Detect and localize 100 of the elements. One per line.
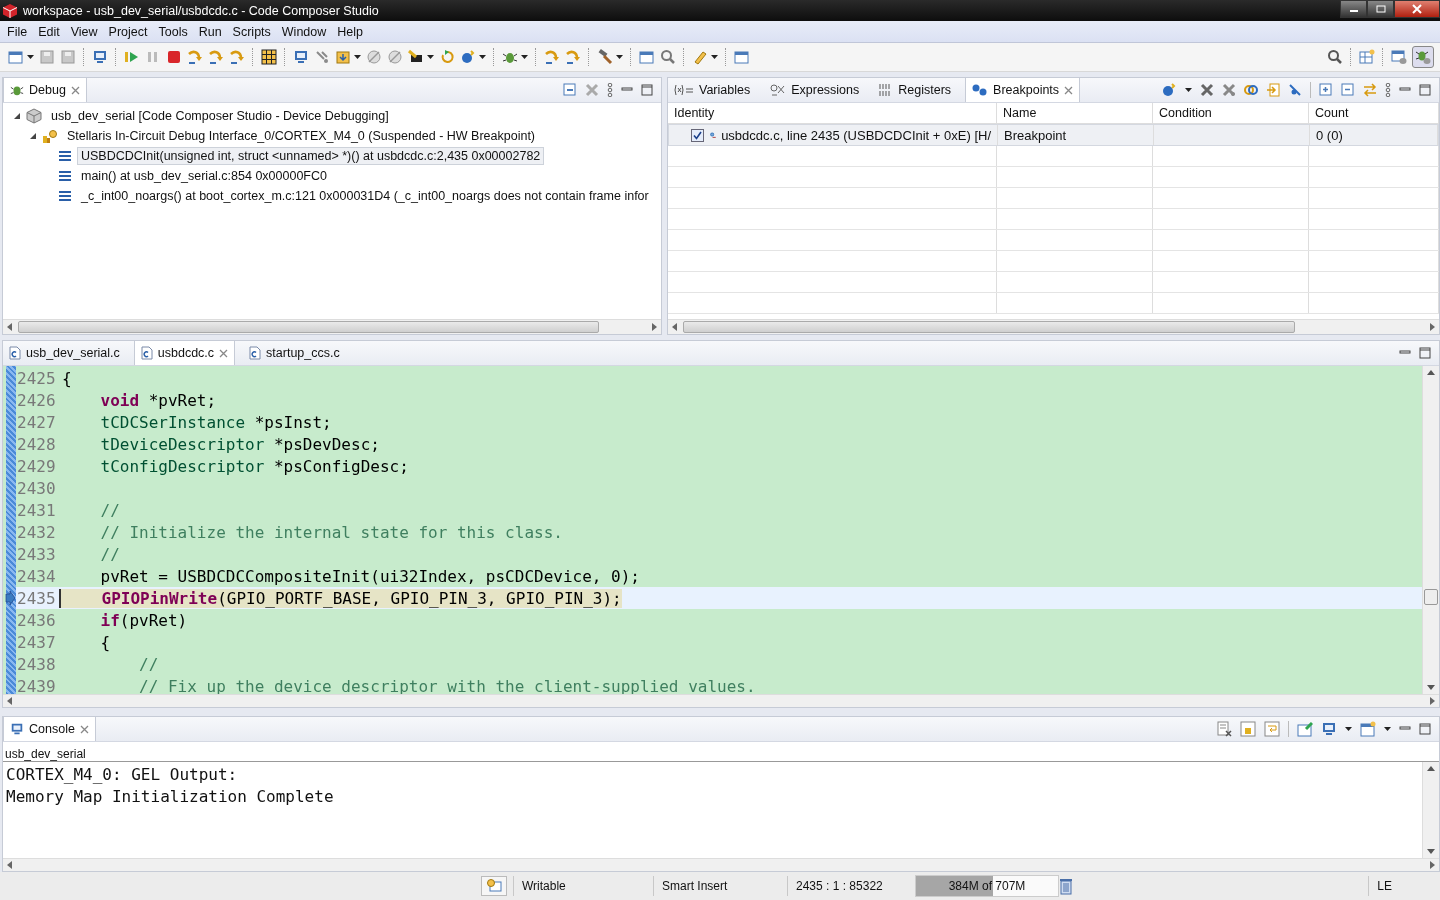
menu-item[interactable]: File [2, 24, 34, 39]
scroll-right-arrow-icon[interactable] [1430, 323, 1435, 331]
scroll-up-arrow-icon[interactable] [1427, 370, 1435, 375]
horizontal-scrollbar[interactable] [3, 319, 661, 334]
maximize-icon[interactable] [641, 84, 653, 96]
skip-icon[interactable] [366, 49, 382, 65]
view-tab[interactable]: Debug [3, 78, 87, 102]
grid-icon[interactable] [261, 49, 277, 65]
vertical-scrollbar[interactable] [1422, 366, 1439, 694]
window-icon[interactable] [639, 49, 655, 65]
close-icon[interactable] [79, 724, 89, 734]
step-into-icon[interactable] [187, 49, 203, 65]
collapse-all-icon[interactable] [1341, 83, 1355, 97]
connection-status-button[interactable] [481, 876, 507, 896]
step-over-icon[interactable] [565, 49, 581, 65]
window-icon[interactable] [8, 49, 24, 65]
monitor-icon[interactable] [293, 49, 309, 65]
dropdown-caret-icon[interactable] [1185, 88, 1192, 92]
close-icon[interactable] [219, 348, 229, 358]
debug-perspective-button[interactable] [1412, 46, 1434, 68]
close-icon[interactable] [70, 85, 80, 95]
tree-item[interactable]: usb_dev_serial [Code Composer Studio - Device Debugging] [47, 107, 393, 125]
scroll-right-arrow-icon[interactable] [1430, 697, 1435, 705]
stop-icon[interactable] [166, 49, 182, 65]
pin-console-icon[interactable] [1297, 721, 1313, 737]
dropdown-caret-icon[interactable] [521, 55, 528, 59]
hammer-icon[interactable] [597, 49, 613, 65]
expand-all-icon[interactable] [1319, 83, 1333, 97]
skip-icon[interactable] [1288, 83, 1302, 97]
menu-item[interactable]: Run [193, 24, 228, 39]
step-return-icon[interactable] [229, 49, 245, 65]
trash-icon[interactable] [1059, 877, 1073, 895]
menu-item[interactable]: Scripts [227, 24, 277, 39]
open-perspective-icon[interactable] [1359, 49, 1375, 65]
editor-tab[interactable]: startup_ccs.c [243, 341, 346, 365]
view-tab[interactable]: Console [3, 717, 96, 741]
dropdown-caret-icon[interactable] [711, 55, 718, 59]
menu-item[interactable]: Edit [33, 24, 66, 39]
scrollbar-thumb[interactable] [1424, 589, 1438, 605]
link-icon[interactable] [1244, 83, 1258, 97]
remove-all-icon[interactable] [1222, 83, 1236, 97]
scroll-left-arrow-icon[interactable] [7, 861, 12, 869]
dropdown-caret-icon[interactable] [1384, 727, 1391, 731]
menu-item[interactable]: Project [103, 24, 154, 39]
minimize-button[interactable] [1340, 0, 1367, 18]
scroll-right-arrow-icon[interactable] [652, 323, 657, 331]
horizontal-scrollbar[interactable] [668, 319, 1439, 334]
step-over-icon[interactable] [208, 49, 224, 65]
maximize-icon[interactable] [1419, 84, 1431, 96]
horizontal-scrollbar[interactable] [3, 858, 1439, 871]
maximize-icon[interactable] [1419, 723, 1431, 735]
ball-icon[interactable] [460, 49, 476, 65]
ball-icon[interactable] [1161, 83, 1177, 97]
scroll-right-arrow-icon[interactable] [1430, 861, 1435, 869]
scroll-up-arrow-icon[interactable] [1427, 766, 1435, 771]
column-header[interactable]: Count [1309, 103, 1439, 123]
maximize-icon[interactable] [1419, 347, 1431, 359]
menu-item[interactable]: Help [332, 24, 369, 39]
menu-item[interactable]: Tools [153, 24, 194, 39]
scroll-left-arrow-icon[interactable] [7, 697, 12, 705]
tree-item[interactable]: Stellaris In-Circuit Debug Interface_0/CORTEX_M4_0 (Suspended - HW Breakpoint) [63, 127, 540, 145]
scroll-left-arrow-icon[interactable] [7, 323, 12, 331]
window-icon[interactable] [734, 49, 750, 65]
scroll-down-arrow-icon[interactable] [1427, 685, 1435, 690]
dropdown-caret-icon[interactable] [1345, 727, 1352, 731]
tree-toggle-icon[interactable] [29, 132, 37, 140]
search-icon[interactable] [660, 49, 676, 65]
column-header[interactable]: Name [997, 103, 1153, 123]
horizontal-scrollbar[interactable] [3, 694, 1439, 707]
editor-tab[interactable]: usbdcdc.c [133, 341, 236, 365]
view-tab[interactable]: Variables [668, 78, 757, 102]
tree-item[interactable]: USBDCDCInit(unsigned int, struct <unnamed> *)() at usbdcdc.c:2,435 0x00002782 [77, 147, 545, 165]
vertical-scrollbar[interactable] [1422, 762, 1439, 858]
view-menu-icon[interactable] [607, 83, 613, 97]
checkbox[interactable] [691, 128, 704, 142]
view-tab[interactable]: Registers [873, 78, 958, 102]
dropdown-caret-icon[interactable] [27, 55, 34, 59]
skip-icon[interactable] [387, 49, 403, 65]
new-console-icon[interactable] [1360, 721, 1376, 737]
tree-item[interactable]: main() at usb_dev_serial.c:854 0x00000FC0 [77, 167, 331, 185]
scroll-left-arrow-icon[interactable] [672, 323, 677, 331]
close-button[interactable] [1394, 0, 1440, 18]
menu-item[interactable]: View [65, 24, 104, 39]
search-icon[interactable] [1327, 49, 1343, 65]
dropdown-caret-icon[interactable] [427, 55, 434, 59]
monitor-icon[interactable] [92, 49, 108, 65]
monitor-icon[interactable] [1321, 721, 1337, 737]
menu-item[interactable]: Window [276, 24, 333, 39]
dropdown-caret-icon[interactable] [479, 55, 486, 59]
remove-icon[interactable] [1200, 83, 1214, 97]
column-header[interactable]: Condition [1153, 103, 1309, 123]
collapse-all-icon[interactable] [563, 83, 577, 97]
view-menu-icon[interactable] [1385, 83, 1391, 97]
dropdown-caret-icon[interactable] [354, 55, 361, 59]
word-wrap-icon[interactable] [1264, 721, 1280, 737]
import-icon[interactable] [1266, 83, 1280, 97]
tree-item[interactable]: _c_int00_noargs() at boot_cortex_m.c:121 0x000031D4 (_c_int00_noargs does not contain frame infor [77, 187, 653, 205]
view-tab[interactable]: Expressions [764, 78, 866, 102]
close-icon[interactable] [1064, 85, 1074, 95]
step-into-icon[interactable] [544, 49, 560, 65]
